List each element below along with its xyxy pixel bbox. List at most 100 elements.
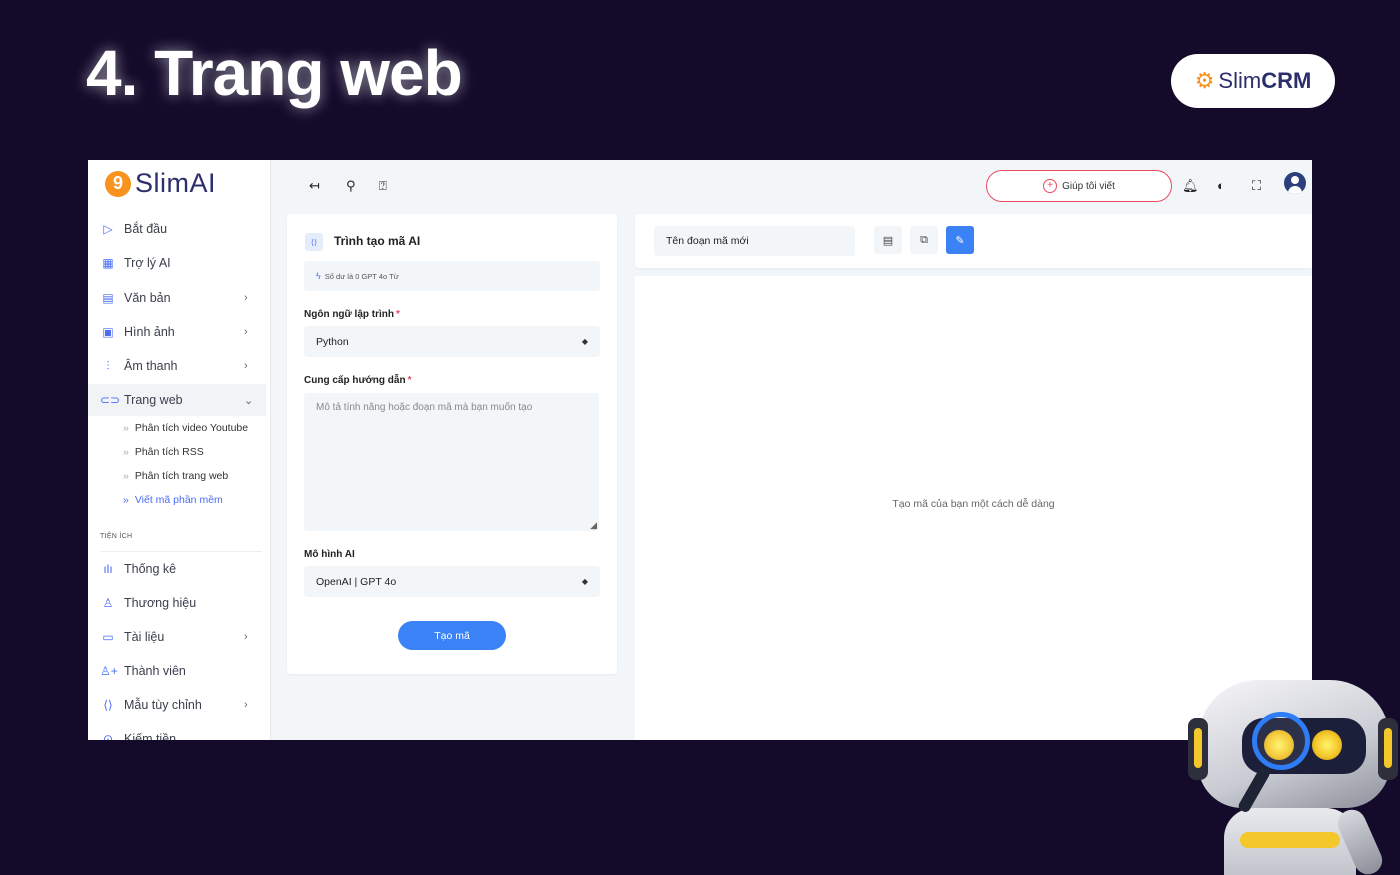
robot-ear-light-right xyxy=(1384,728,1392,768)
empty-state-message: Tạo mã của bạn một cách dễ dàng xyxy=(892,498,1055,510)
sidebar-subitem-write-code[interactable]: » Viết mã phần mềm xyxy=(123,494,223,506)
chip-icon: ▦ xyxy=(102,256,114,270)
collapse-sidebar-icon[interactable]: ↤ xyxy=(309,178,320,194)
save-icon: ✎ xyxy=(955,234,965,247)
sidebar-item-members[interactable]: ♙+ Thành viên xyxy=(88,655,266,687)
theme-toggle-icon[interactable]: ◐ xyxy=(1217,178,1225,193)
sidebar-item-label: Văn bản xyxy=(124,291,171,305)
code-template-icon: ⟨⟩ xyxy=(103,698,113,712)
language-label-text: Ngôn ngữ lập trình xyxy=(304,309,395,320)
sidebar-item-website[interactable]: ⊂⊃ Trang web ⌄ xyxy=(88,384,266,416)
instructions-label-text: Cung cấp hướng dẫn xyxy=(304,375,406,386)
sidebar: 9 SlimAI ▷ Bắt đầu ▦ Trợ lý AI ▤ Văn bản… xyxy=(88,160,271,740)
bar-chart-icon: ılı xyxy=(103,562,113,576)
document-icon: ▤ xyxy=(102,291,114,305)
sidebar-item-audio[interactable]: ⫶ Âm thanh › xyxy=(88,350,266,382)
sidebar-subitem-rss[interactable]: » Phân tích RSS xyxy=(123,446,204,458)
waveform-icon: ⫶ xyxy=(106,358,110,373)
code-icon: ⟨⟩ xyxy=(305,233,323,251)
code-panel-header: Tên đoạn mã mới ▤ ⧉ ✎ xyxy=(635,214,1312,268)
help-me-write-label: Giúp tôi viết xyxy=(1062,180,1115,192)
sidebar-item-label: Bắt đầu xyxy=(124,222,168,236)
sidebar-item-brand[interactable]: ♙ Thương hiệu xyxy=(88,587,266,619)
subitem-label: Phân tích video Youtube xyxy=(134,422,249,434)
image-icon: ▣ xyxy=(102,325,114,339)
chevron-right-icon: › xyxy=(244,326,248,338)
snippet-name-input[interactable]: Tên đoạn mã mới xyxy=(654,226,855,256)
fullscreen-icon[interactable]: ⛶ xyxy=(1252,178,1261,194)
avatar[interactable] xyxy=(1284,172,1306,194)
help-me-write-button[interactable]: + Giúp tôi viết xyxy=(986,170,1172,202)
bullet-icon: » xyxy=(123,494,129,506)
copy-icon: ⧉ xyxy=(920,233,928,246)
magnifier-lens-icon xyxy=(1252,712,1310,770)
sidebar-item-label: Thành viên xyxy=(124,664,186,678)
sidebar-item-label: Trang web xyxy=(124,393,183,407)
instructions-placeholder: Mô tả tính năng hoặc đoạn mã mà bạn muốn… xyxy=(316,402,533,413)
sidebar-item-text[interactable]: ▤ Văn bản › xyxy=(88,282,266,314)
help-icon[interactable]: ⍰ xyxy=(379,178,387,194)
plus-circle-icon: + xyxy=(1043,179,1058,193)
sidebar-item-label: Tài liệu xyxy=(124,630,165,644)
folder-icon: ▭ xyxy=(102,630,114,644)
bullet-icon: » xyxy=(123,470,129,482)
instructions-textarea[interactable]: Mô tả tính năng hoặc đoạn mã mà bạn muốn… xyxy=(304,393,599,531)
chevron-right-icon: › xyxy=(244,631,248,643)
bullet-icon: » xyxy=(123,422,129,434)
balance-text: Số dư là 0 GPT 4o Từ xyxy=(324,271,399,281)
instructions-label: Cung cấp hướng dẫn * xyxy=(304,375,411,386)
subitem-label: Phân tích RSS xyxy=(134,446,204,458)
code-output-panel: Tạo mã của bạn một cách dễ dàng xyxy=(635,276,1312,740)
document-button[interactable]: ▤ xyxy=(874,226,902,254)
sidebar-item-documents[interactable]: ▭ Tài liệu › xyxy=(88,621,266,653)
divider xyxy=(100,551,262,552)
sidebar-item-statistics[interactable]: ılı Thống kê xyxy=(88,553,266,585)
copy-button[interactable]: ⧉ xyxy=(910,226,938,254)
save-button[interactable]: ✎ xyxy=(946,226,974,254)
lightning-icon: ϟ xyxy=(316,271,321,281)
sidebar-item-ai-assistant[interactable]: ▦ Trợ lý AI xyxy=(88,247,266,279)
required-mark: * xyxy=(407,375,412,386)
add-user-icon: ♙+ xyxy=(100,664,118,678)
required-mark: * xyxy=(396,309,400,320)
sidebar-item-label: Hình ảnh xyxy=(124,325,175,339)
document-icon: ▤ xyxy=(882,234,894,247)
sidebar-item-label: Thống kê xyxy=(124,562,177,576)
sidebar-item-custom-templates[interactable]: ⟨⟩ Mẫu tùy chỉnh › xyxy=(88,689,266,721)
robot-eye-right xyxy=(1312,730,1342,760)
brand-name-light: Slim xyxy=(1218,68,1262,93)
sidebar-subitem-youtube[interactable]: » Phân tích video Youtube xyxy=(123,422,248,434)
bullet-icon: » xyxy=(123,446,129,458)
robot-ear-light-left xyxy=(1194,728,1202,768)
bell-icon[interactable]: 🔔︎ xyxy=(1182,178,1199,194)
sidebar-item-label: Trợ lý AI xyxy=(124,256,171,270)
language-select[interactable]: Python ◆ xyxy=(304,326,600,357)
robot-mascot-illustration xyxy=(1180,676,1400,875)
resize-grip-icon[interactable]: ◢ xyxy=(590,520,597,531)
app-window: 9 SlimAI ▷ Bắt đầu ▦ Trợ lý AI ▤ Văn bản… xyxy=(88,160,1312,740)
sidebar-item-label: Kiếm tiền xyxy=(124,732,177,740)
sidebar-item-label: Thương hiệu xyxy=(124,596,197,610)
model-select[interactable]: OpenAI | GPT 4o ◆ xyxy=(304,566,600,597)
sidebar-item-earn-money[interactable]: ⊙ Kiếm tiền xyxy=(88,723,266,740)
brand-icon: ♙ xyxy=(102,596,114,610)
play-icon: ▷ xyxy=(103,222,113,236)
avatar-head xyxy=(1291,176,1299,184)
language-select-value: Python xyxy=(316,335,349,348)
generate-code-button[interactable]: Tạo mã xyxy=(398,621,506,650)
money-icon: ⊙ xyxy=(102,732,114,740)
topbar: ↤ ⚲ ⍰ + Giúp tôi viết 🔔︎ ◐ ⛶ xyxy=(270,160,1312,212)
sidebar-item-start[interactable]: ▷ Bắt đầu xyxy=(88,213,266,245)
robot-belt xyxy=(1240,832,1340,848)
chevron-right-icon: › xyxy=(244,360,248,372)
subitem-label: Viết mã phần mềm xyxy=(134,494,223,506)
sidebar-item-image[interactable]: ▣ Hình ảnh › xyxy=(88,316,266,348)
section-label-utilities: TIỆN ÍCH xyxy=(100,533,133,540)
subitem-label: Phân tích trang web xyxy=(134,470,229,482)
search-icon[interactable]: ⚲ xyxy=(346,178,356,194)
sidebar-subitem-web-analysis[interactable]: » Phân tích trang web xyxy=(123,470,228,482)
link-icon: ⊂⊃ xyxy=(100,393,121,407)
app-logo[interactable]: 9 SlimAI xyxy=(105,168,216,199)
model-label: Mô hình AI xyxy=(304,549,355,560)
logo-mark-icon: 9 xyxy=(105,170,131,197)
